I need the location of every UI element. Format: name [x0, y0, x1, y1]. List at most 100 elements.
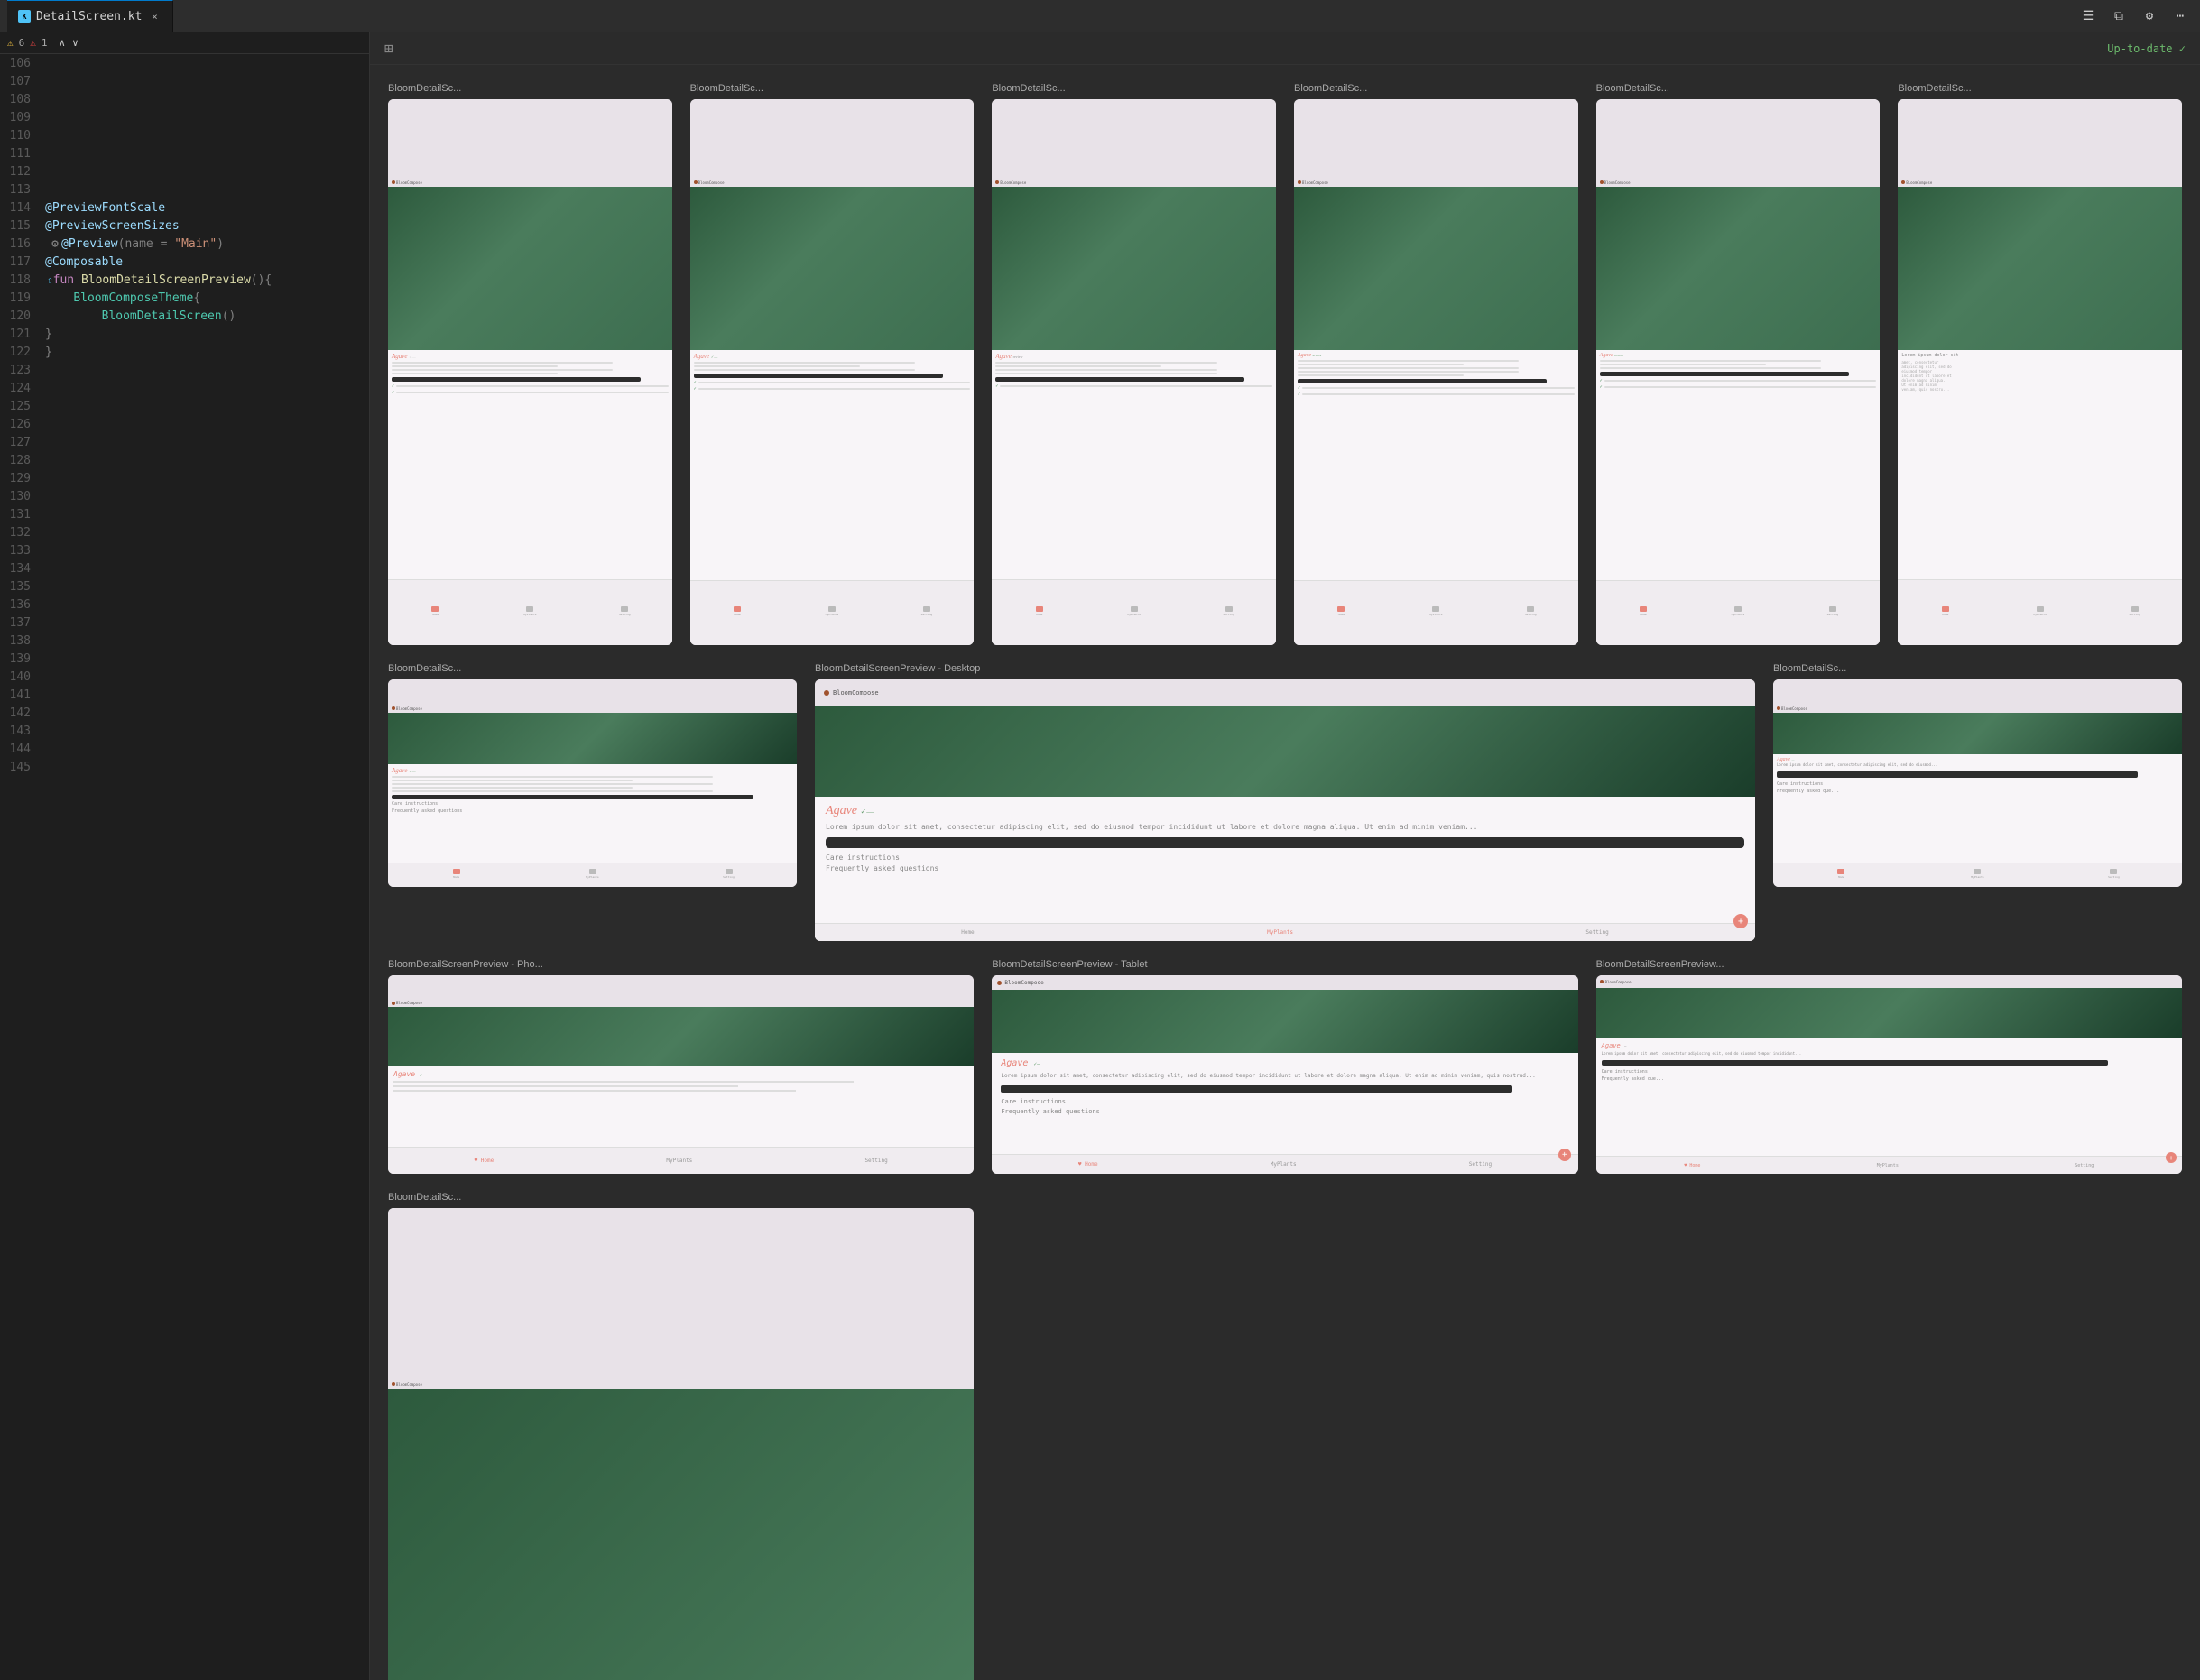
code-line-143: 143	[0, 722, 369, 740]
code-line-134: 134	[0, 559, 369, 577]
line-number: 113	[0, 183, 45, 197]
preview-card-tablet-label: BloomDetailScreenPreview - Tablet	[992, 959, 1577, 970]
hamburger-button[interactable]: ☰	[2075, 4, 2101, 29]
preview-card-row4-left[interactable]: BloomDetailSc... BloomCompose Agave	[388, 1192, 974, 1680]
code-line-113: 113	[0, 180, 369, 198]
preview-card-row3-right-thumb: BloomCompose Agave — Lorem ipsum dolor s…	[1596, 975, 2182, 1174]
preview-card-2-thumb: BloomCompose Agave ✓— ✓	[690, 99, 975, 645]
line-content[interactable]: @Preview(name = "Main")	[61, 237, 369, 251]
line-number: 143	[0, 725, 45, 738]
line-number: 117	[0, 255, 45, 269]
line-number: 135	[0, 580, 45, 594]
code-line-135: 135	[0, 577, 369, 595]
code-line-122: 122}	[0, 343, 369, 361]
preview-card-4[interactable]: BloomDetailSc... BloomCompose Agave In s…	[1294, 83, 1578, 645]
line-number: 109	[0, 111, 45, 125]
code-line-116: 116⚙@Preview(name = "Main")	[0, 235, 369, 253]
file-tab[interactable]: K DetailScreen.kt ×	[7, 0, 173, 32]
line-content[interactable]: }	[45, 346, 369, 359]
code-line-126: 126	[0, 415, 369, 433]
code-line-145: 145	[0, 758, 369, 776]
line-number: 118	[0, 273, 45, 287]
up-to-date-status: Up-to-date ✓	[2107, 42, 2186, 55]
preview-card-4-label: BloomDetailSc...	[1294, 83, 1578, 94]
line-number: 144	[0, 743, 45, 756]
code-line-133: 133	[0, 541, 369, 559]
nav-down-button[interactable]: ∨	[69, 37, 81, 49]
line-number: 140	[0, 670, 45, 684]
line-number: 119	[0, 291, 45, 305]
code-line-132: 132	[0, 523, 369, 541]
line-number: 107	[0, 75, 45, 88]
preview-row-3: BloomDetailScreenPreview - Pho... BloomC…	[370, 959, 2200, 1192]
preview-card-1-thumb: BloomCompose Agave ✓— ✓	[388, 99, 672, 645]
tab-toolbar: ☰ ⧉ ⚙ ⋯	[2075, 4, 2193, 29]
faq-label: Frequently asked questions	[1001, 1108, 1568, 1115]
code-line-139: 139	[0, 650, 369, 668]
code-line-121: 121 }	[0, 325, 369, 343]
line-number: 110	[0, 129, 45, 143]
preview-card-2-label: BloomDetailSc...	[690, 83, 975, 94]
preview-grid-icon[interactable]: ⊞	[384, 40, 393, 57]
preview-card-5-thumb: BloomCompose Agave In stock ✓	[1596, 99, 1881, 645]
code-line-107: 107	[0, 72, 369, 90]
gear-button[interactable]: ⚙	[2137, 4, 2162, 29]
preview-panel: ⊞ Up-to-date ✓ BloomDetailSc...	[370, 32, 2200, 1680]
split-view-button[interactable]: ⧉	[2106, 4, 2131, 29]
line-number: 134	[0, 562, 45, 576]
line-content[interactable]: BloomDetailScreen()	[45, 309, 369, 323]
line-content[interactable]: @PreviewScreenSizes	[45, 219, 369, 233]
preview-card-1[interactable]: BloomDetailSc... BloomCompose Agave ✓—	[388, 83, 672, 645]
settings-gear-icon[interactable]: ⚙	[49, 237, 61, 250]
code-line-138: 138	[0, 632, 369, 650]
preview-card-row2-left[interactable]: BloomDetailSc... BloomCompose Agave ✓—	[388, 663, 797, 941]
warning-icon: ⚠	[7, 37, 14, 49]
line-number: 127	[0, 436, 45, 449]
line-number: 106	[0, 57, 45, 70]
warning-bar: ⚠ 6 ⚠ 1 ∧ ∨	[0, 32, 369, 54]
kotlin-file-icon: K	[18, 10, 31, 23]
line-content[interactable]: fun BloomDetailScreenPreview(){	[53, 273, 369, 287]
code-line-137: 137	[0, 614, 369, 632]
preview-card-row3-right[interactable]: BloomDetailScreenPreview... BloomCompose…	[1596, 959, 2182, 1174]
preview-card-row2-right[interactable]: BloomDetailSc... BloomCompose Agave —	[1773, 663, 2182, 941]
preview-card-desktop-thumb: BloomCompose Agave ✓— Lorem ipsum dolor …	[815, 679, 1755, 941]
preview-card-row3-left-thumb: BloomCompose Agave ✓ — ♥ Home MyP	[388, 975, 974, 1174]
code-line-141: 141	[0, 686, 369, 704]
tab-close-button[interactable]: ×	[147, 9, 162, 23]
nav-up-button[interactable]: ∧	[57, 37, 69, 49]
preview-card-5[interactable]: BloomDetailSc... BloomCompose Agave In s…	[1596, 83, 1881, 645]
preview-card-row2-left-thumb: BloomCompose Agave ✓—	[388, 679, 797, 887]
line-content[interactable]: }	[45, 328, 369, 341]
line-content[interactable]: BloomComposeTheme{	[45, 291, 369, 305]
preview-card-row3-left[interactable]: BloomDetailScreenPreview - Pho... BloomC…	[388, 959, 974, 1174]
line-number: 133	[0, 544, 45, 558]
code-line-109: 109	[0, 108, 369, 126]
preview-card-tablet[interactable]: BloomDetailScreenPreview - Tablet BloomC…	[992, 959, 1577, 1174]
preview-card-6-thumb: BloomCompose Lorem ipsum dolor sit amet,…	[1898, 99, 2182, 645]
line-number: 114	[0, 201, 45, 215]
line-number: 124	[0, 382, 45, 395]
preview-toolbar-left: ⊞	[384, 40, 393, 57]
code-line-130: 130	[0, 487, 369, 505]
line-number: 132	[0, 526, 45, 540]
preview-card-row4-left-label: BloomDetailSc...	[388, 1192, 974, 1203]
code-line-120: 120 BloomDetailScreen()	[0, 307, 369, 325]
preview-card-desktop[interactable]: BloomDetailScreenPreview - Desktop Bloom…	[815, 663, 1755, 941]
code-line-123: 123	[0, 361, 369, 379]
preview-card-4-thumb: BloomCompose Agave In stock	[1294, 99, 1578, 645]
more-button[interactable]: ⋯	[2168, 4, 2193, 29]
preview-card-desktop-label: BloomDetailScreenPreview - Desktop	[815, 663, 1755, 674]
preview-card-2[interactable]: BloomDetailSc... BloomCompose Agave ✓—	[690, 83, 975, 645]
preview-card-6-label: BloomDetailSc...	[1898, 83, 2182, 94]
line-action-icon[interactable]: ⇧	[47, 274, 53, 286]
preview-card-3[interactable]: BloomDetailSc... BloomCompose Agave revi…	[992, 83, 1276, 645]
line-number: 112	[0, 165, 45, 179]
preview-card-6[interactable]: BloomDetailSc... BloomCompose Lorem ipsu…	[1898, 83, 2182, 645]
code-line-142: 142	[0, 704, 369, 722]
line-content[interactable]: @Composable	[45, 255, 369, 269]
code-lines: 106107108109110111112113114@PreviewFontS…	[0, 54, 369, 776]
line-number: 130	[0, 490, 45, 503]
line-content[interactable]: @PreviewFontScale	[45, 201, 369, 215]
nav-arrows: ∧ ∨	[57, 37, 81, 49]
